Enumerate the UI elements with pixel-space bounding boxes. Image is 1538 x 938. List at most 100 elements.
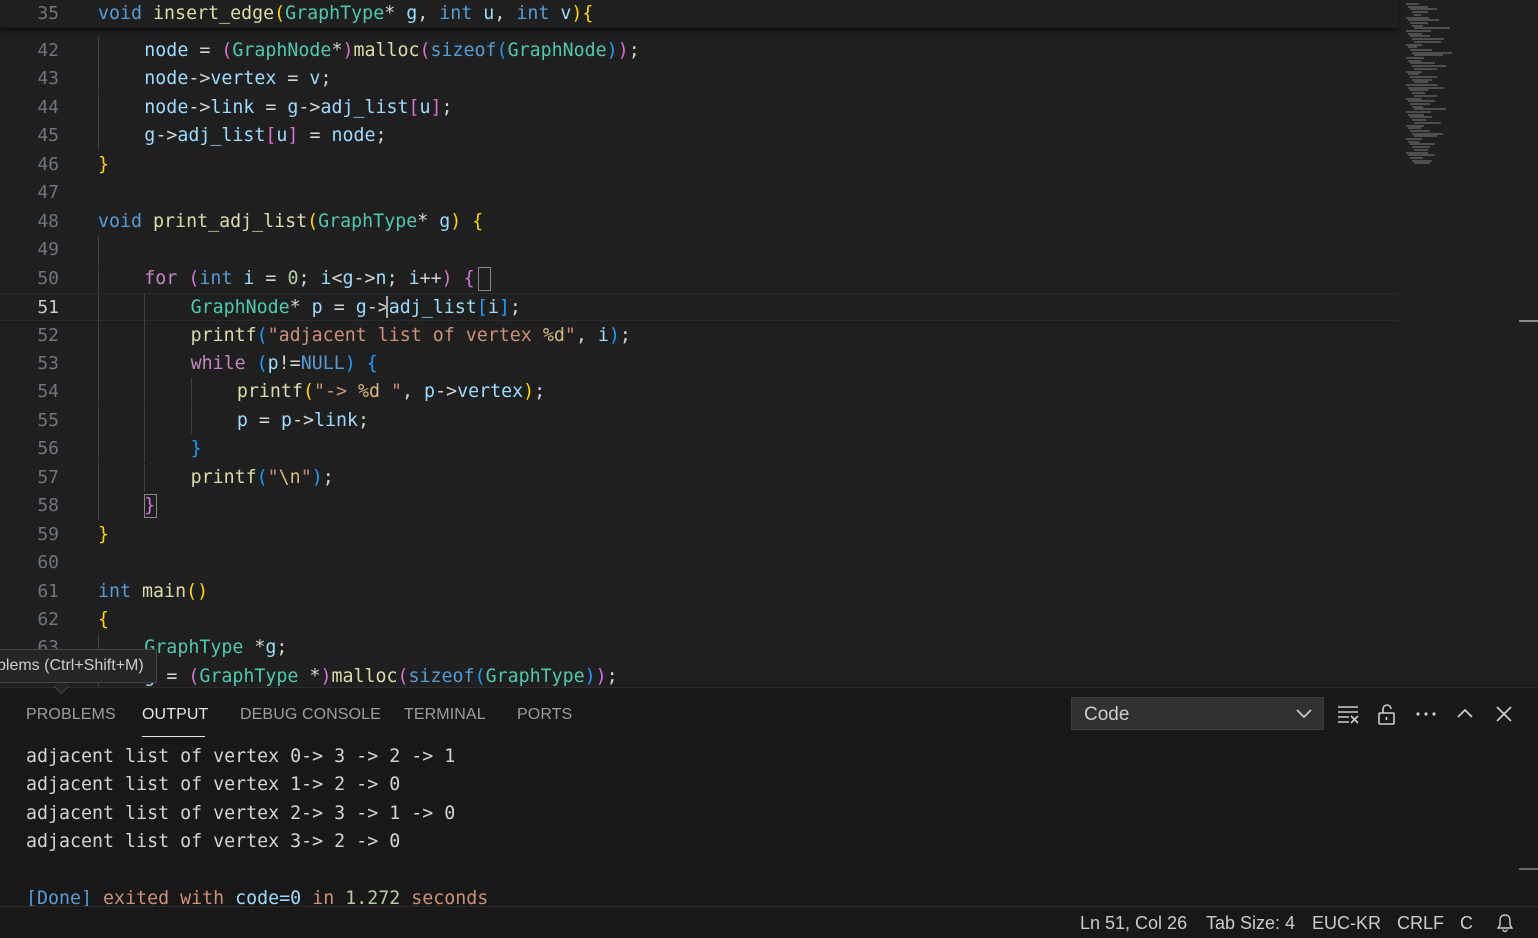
bracket-match-highlight [478, 266, 491, 291]
code-line[interactable]: 53 while (p!=NULL) { [0, 349, 1398, 378]
lock-open-icon[interactable] [1375, 702, 1399, 726]
minimap-line [1414, 108, 1447, 111]
code-line[interactable]: 52 printf("adjacent list of vertex %d", i… [0, 321, 1398, 350]
tab-ports[interactable]: PORTS [517, 706, 572, 724]
language-mode[interactable]: C [1460, 913, 1473, 934]
minimap-line [1406, 97, 1423, 100]
code-line[interactable]: 50 for (int i = 0; i<g->n; i++) { [0, 264, 1398, 293]
code-line[interactable]: 60 [0, 549, 1398, 577]
clear-output-icon[interactable] [1336, 702, 1360, 726]
code-line[interactable]: 48 void print_adj_list(GraphType* g) { [0, 208, 1398, 236]
line-number: 53 [37, 352, 59, 374]
problems-tooltip: blems (Ctrl+Shift+M) [0, 649, 157, 683]
minimap-line [1406, 57, 1424, 59]
code-token: for [144, 267, 178, 289]
code-token: u [483, 3, 495, 24]
code-line[interactable]: 54 printf("-> %d ", p->vertex); [0, 378, 1398, 407]
code-token: { [472, 210, 484, 232]
code-line[interactable]: 64g = (GraphType *)malloc(sizeof(GraphTy… [0, 662, 1398, 687]
tab-size[interactable]: Tab Size: 4 [1206, 913, 1295, 934]
code-token: < [331, 267, 343, 289]
code-token: p [280, 409, 292, 431]
code-text: for (int i = 0; i<g->n; i++) { [144, 265, 474, 293]
tab-problems[interactable]: PROBLEMS [26, 706, 116, 724]
code-token: i [487, 297, 499, 319]
minimap-line [1414, 13, 1422, 16]
code-token: %d [542, 324, 565, 346]
text-cursor [386, 296, 388, 319]
maximize-panel-icon[interactable] [1453, 702, 1477, 726]
code-token: printf [236, 381, 303, 403]
code-token: GraphNode [507, 40, 607, 61]
minimap-line [1408, 100, 1435, 103]
code-line[interactable]: 44 node->link = g->adj_list[u]; [0, 93, 1398, 122]
sticky-code-line: void insert_edge(GraphType* g, int u, in… [98, 0, 593, 28]
code-line[interactable]: 61 int main() [0, 578, 1398, 606]
code-token: ) [595, 665, 607, 687]
bell-icon[interactable] [1495, 913, 1515, 933]
code-token: ) [344, 352, 356, 374]
line-number: 42 [37, 40, 59, 61]
minimap-line [1410, 62, 1436, 65]
code-token: GraphNode [232, 40, 332, 61]
line-number: 62 [37, 609, 59, 630]
code-line[interactable]: 55 p = p->link; [0, 406, 1398, 435]
indent-guide [98, 349, 99, 378]
code-token: { [366, 352, 378, 374]
minimap[interactable] [1400, 0, 1500, 170]
code-token: = [322, 297, 356, 319]
code-token: " [300, 466, 312, 488]
code-line[interactable]: 49 [0, 236, 1398, 264]
code-token: p [311, 297, 323, 319]
minimap-line [1410, 116, 1432, 119]
code-line[interactable]: 63 GraphType *g; [0, 634, 1398, 663]
minimap-line [1412, 11, 1429, 14]
code-editor[interactable]: 42 node = (GraphNode*)malloc(sizeof(Graph… [0, 0, 1538, 687]
code-token: int [199, 267, 233, 289]
code-line[interactable]: 43 node->vertex = v; [0, 65, 1398, 94]
minimap-line [1406, 43, 1423, 46]
code-token: -> [188, 68, 211, 90]
code-line[interactable]: 59} [0, 521, 1398, 549]
current-line[interactable]: 51 GraphNode* p = g->adj_list[i]; [0, 293, 1398, 323]
code-token: = [298, 125, 332, 147]
minimap-line [1412, 78, 1432, 81]
minimap-line [1412, 51, 1452, 54]
encoding[interactable]: EUC-KR [1312, 913, 1381, 934]
code-token: ; [298, 267, 321, 289]
tab-output[interactable]: OUTPUT [142, 706, 208, 724]
cursor-position[interactable]: Ln 51, Col 26 [1080, 913, 1187, 934]
code-line[interactable]: 45 g->adj_list[u] = node; [0, 122, 1398, 151]
indent-guide [98, 294, 99, 323]
minimap-line [1406, 151, 1428, 154]
minimap-line [1408, 86, 1444, 89]
tab-terminal[interactable]: TERMINAL [404, 706, 486, 724]
code-line[interactable]: 56} [0, 435, 1398, 464]
more-actions-icon[interactable] [1414, 702, 1438, 726]
code-token: u [419, 96, 431, 118]
code-line[interactable]: 46} [0, 151, 1398, 179]
editor-scrollbar-marker[interactable] [1519, 320, 1538, 322]
panel-scrollbar-marker[interactable] [1519, 868, 1538, 870]
tab-debug-console[interactable]: DEBUG CONSOLE [240, 706, 381, 724]
code-token: printf [190, 466, 257, 488]
code-line[interactable]: 58} [0, 492, 1398, 521]
code-line[interactable]: 42 node = (GraphNode*)malloc(sizeof(Graph… [0, 37, 1398, 65]
close-icon[interactable] [1492, 702, 1516, 726]
code-token: adj_list [177, 125, 266, 147]
output-channel-select[interactable]: Code [1071, 697, 1324, 730]
code-line[interactable]: 57 printf("\n"); [0, 463, 1398, 492]
line-number: 50 [37, 267, 59, 289]
code-line[interactable]: 62 { [0, 606, 1398, 634]
minimap-line [1406, 30, 1432, 32]
code-token: ; [358, 409, 370, 431]
minimap-line [1410, 8, 1437, 11]
sticky-scroll-header[interactable]: 35 void insert_edge(GraphType* g, int u,… [0, 0, 1398, 28]
line-ending[interactable]: CRLF [1397, 913, 1444, 934]
code-line[interactable]: 47 [0, 179, 1398, 207]
code-text: } [191, 435, 202, 463]
